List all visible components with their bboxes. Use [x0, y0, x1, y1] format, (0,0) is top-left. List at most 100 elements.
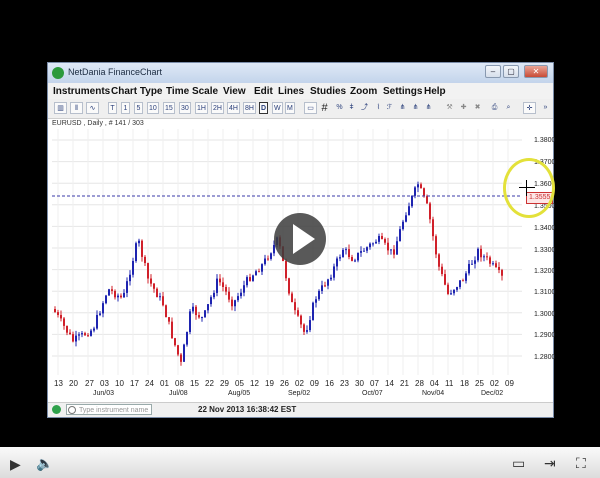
grid-icon[interactable]: #	[320, 102, 329, 114]
menu-help[interactable]: Help	[424, 86, 446, 97]
fullscreen-icon[interactable]: ⛶	[576, 455, 586, 472]
candle-body	[399, 229, 401, 242]
share-icon[interactable]: ⇥	[544, 455, 556, 472]
percent-icon[interactable]: %	[335, 102, 344, 114]
candle-body	[246, 277, 248, 286]
tools-icon[interactable]: ⚒	[445, 102, 454, 114]
candle-body	[87, 335, 89, 337]
candle-body	[180, 354, 182, 362]
menu-time-scale[interactable]: Time Scale	[166, 86, 218, 97]
x-tick: 28	[415, 379, 424, 388]
timeframe-5[interactable]: 5	[134, 102, 143, 114]
x-tick: 23	[340, 379, 349, 388]
menu-lines[interactable]: Lines	[278, 86, 304, 97]
close-button[interactable]: ✕	[524, 65, 548, 78]
timeframe-daily[interactable]: D	[259, 102, 269, 114]
y-tick: 1.3800	[534, 137, 556, 144]
candle-body	[135, 243, 137, 261]
line-chart-icon[interactable]: ∿	[86, 102, 99, 114]
y-tick: 1.3200	[534, 268, 556, 275]
candle-body	[312, 302, 314, 321]
candle-body	[414, 187, 416, 196]
candle-body	[288, 278, 290, 294]
play-icon	[293, 224, 315, 254]
zoom-icon[interactable]: ⌕	[504, 102, 513, 114]
candle-body	[132, 260, 134, 275]
timeframe-15[interactable]: 15	[163, 102, 175, 114]
server-time: 22 Nov 2013 16:38:42 EST	[198, 405, 297, 414]
candle-body	[192, 306, 194, 312]
candle-body	[426, 196, 428, 204]
y-tick: 1.3000	[534, 311, 556, 318]
candle-body	[423, 188, 425, 197]
candle-body	[447, 284, 449, 294]
candlestick-icon[interactable]: ▥	[54, 102, 67, 114]
horizontal-line-icon[interactable]: ▭	[304, 102, 317, 114]
more-icon[interactable]: »	[541, 102, 550, 114]
crosshair-tool-icon[interactable]: ✛	[523, 102, 536, 114]
timeframe-tick[interactable]: T	[108, 102, 117, 114]
candle-body	[240, 292, 242, 297]
candle-body	[90, 330, 92, 336]
app-icon	[52, 67, 64, 79]
candle-body	[294, 302, 296, 311]
menu-instruments[interactable]: Instruments	[53, 86, 110, 97]
candle-body	[234, 300, 236, 307]
timeframe-2h[interactable]: 2H	[211, 102, 224, 114]
menu-studies[interactable]: Studies	[310, 86, 346, 97]
candle-body	[249, 277, 251, 281]
candle-body	[201, 317, 203, 319]
timeframe-1h[interactable]: 1H	[195, 102, 208, 114]
channel-icon[interactable]: ⌇	[374, 102, 383, 114]
candle-body	[243, 285, 245, 293]
print-icon[interactable]: ⎙	[490, 102, 499, 114]
arrows-icon[interactable]: ⋔	[424, 102, 433, 114]
delete-icon[interactable]: ✖	[473, 102, 482, 114]
gann-icon[interactable]: ⋔	[411, 102, 420, 114]
candle-body	[228, 291, 230, 300]
toolbar: ▥ ⫴ ∿ T 1 5 10 15 30 1H 2H 4H 8H D W M ▭…	[48, 99, 553, 119]
menu-view[interactable]: View	[223, 86, 246, 97]
instrument-search-input[interactable]: Type instrument name	[66, 404, 152, 415]
timeframe-monthly[interactable]: M	[285, 102, 295, 114]
x-tick: 01	[160, 379, 169, 388]
candle-body	[183, 344, 185, 362]
fibonacci-icon[interactable]: ℱ	[385, 102, 394, 114]
text-icon[interactable]: ǂ	[347, 102, 356, 114]
candle-body	[237, 296, 239, 301]
timeframe-weekly[interactable]: W	[272, 102, 283, 114]
timeframe-1[interactable]: 1	[121, 102, 130, 114]
candle-body	[162, 296, 164, 306]
bar-chart-icon[interactable]: ⫴	[70, 102, 83, 114]
fullscreen-window-icon[interactable]: ▭	[512, 455, 525, 472]
trend-icon[interactable]: ⤴	[360, 102, 369, 114]
candle-body	[219, 278, 221, 283]
candle-body	[210, 297, 212, 305]
timeframe-4h[interactable]: 4H	[227, 102, 240, 114]
candle-body	[177, 345, 179, 355]
candle-body	[291, 293, 293, 303]
menu-zoom[interactable]: Zoom	[350, 86, 377, 97]
volume-icon[interactable]: 🔈	[36, 455, 53, 472]
maximize-button[interactable]: ▢	[503, 65, 519, 78]
candle-body	[300, 315, 302, 325]
timeframe-30[interactable]: 30	[179, 102, 191, 114]
candle-body	[306, 330, 308, 332]
timeframe-8h[interactable]: 8H	[243, 102, 256, 114]
candle-body	[348, 249, 350, 258]
play-pause-icon[interactable]: ▶	[10, 456, 21, 473]
menu-chart-type[interactable]: Chart Type	[111, 86, 163, 97]
candle-body	[63, 318, 65, 326]
menu-edit[interactable]: Edit	[254, 86, 273, 97]
minimize-button[interactable]: ‒	[485, 65, 501, 78]
pitchfork-icon[interactable]: ⋔	[398, 102, 407, 114]
menu-bar: Instruments Chart Type Time Scale View E…	[48, 83, 553, 100]
settings-tool-icon[interactable]: ✚	[459, 102, 468, 114]
video-player-controls: ▶ 🔈 ▭ ⇥ ⛶	[0, 447, 600, 478]
candle-body	[342, 249, 344, 258]
y-tick: 1.3100	[534, 289, 556, 296]
menu-settings[interactable]: Settings	[383, 86, 422, 97]
candle-body	[498, 266, 500, 271]
x-tick: 02	[490, 379, 499, 388]
timeframe-10[interactable]: 10	[147, 102, 159, 114]
